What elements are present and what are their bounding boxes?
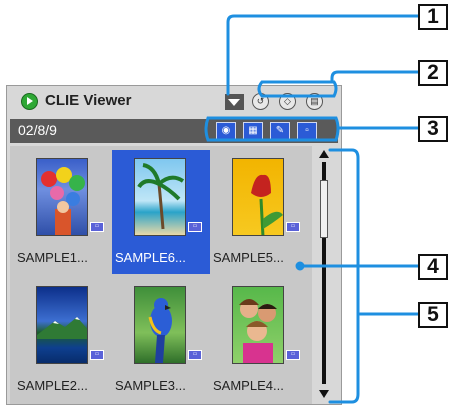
callout-4: 4 (418, 254, 448, 280)
callout-2: 2 (418, 60, 448, 86)
callout-5: 5 (418, 302, 448, 328)
callout-1: 1 (418, 4, 448, 30)
callout-lines (204, 14, 420, 404)
callout-3: 3 (418, 116, 448, 142)
